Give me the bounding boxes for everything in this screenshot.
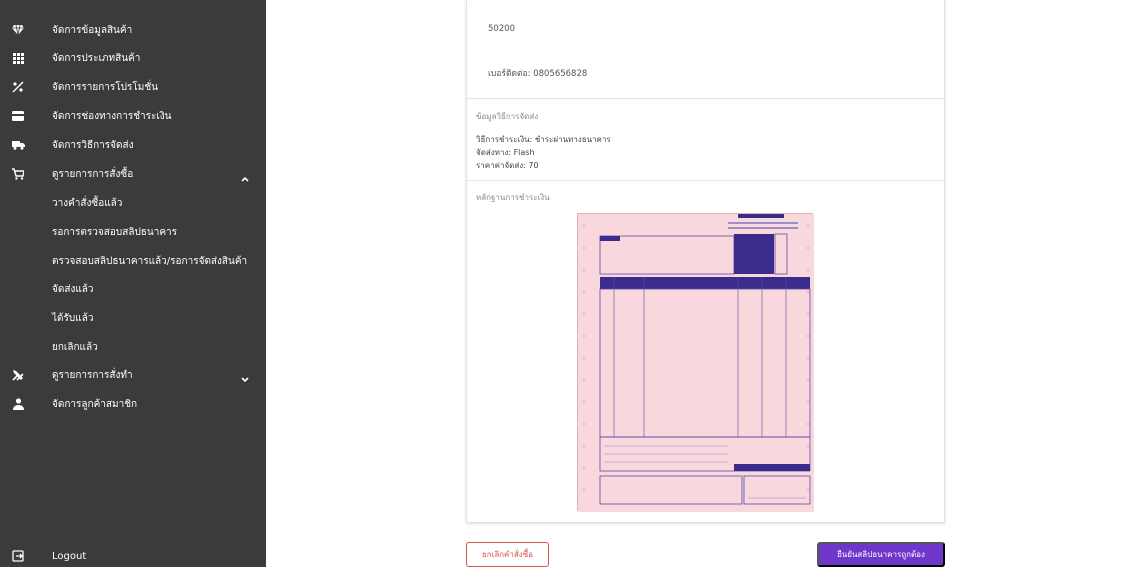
payment-slip-image[interactable] (577, 213, 832, 512)
sidebar-item-label: จัดการลูกค้าสมาชิก (52, 398, 138, 410)
sidebar-subitem-shipped[interactable]: จัดส่งแล้ว (52, 282, 94, 297)
sidebar-item-label: จัดการรายการโปรโมชั่น (52, 81, 158, 93)
sidebar-item-label: จัดการประเภทสินค้า (52, 52, 141, 64)
sidebar: จัดการข้อมูลสินค้า จัดการประเภทสินค้า จั… (0, 0, 266, 567)
sidebar-item-shipping-methods[interactable]: จัดการวิธีการจัดส่ง (0, 131, 266, 159)
confirm-slip-button[interactable]: ยืนยันสลิปธนาคารถูกต้อง (817, 542, 945, 567)
sidebar-subitem-slip-checked-awaiting-shipment[interactable]: ตรวจสอบสลิปธนาคารแล้ว/รอการจัดส่งสินค้า (52, 254, 247, 269)
sidebar-item-label: จัดการวิธีการจัดส่ง (52, 139, 134, 151)
diamond-icon (11, 23, 25, 37)
grid-icon (11, 51, 25, 65)
sidebar-item-categories[interactable]: จัดการประเภทสินค้า (0, 44, 266, 72)
sidebar-item-label: ดูรายการการสั่งทำ (52, 369, 133, 381)
logout-button[interactable]: Logout (0, 545, 266, 567)
logout-icon (11, 549, 25, 563)
person-icon (11, 397, 25, 411)
sidebar-item-label: จัดการช่องทางการชำระเงิน (52, 110, 172, 122)
app-root: จัดการข้อมูลสินค้า จัดการประเภทสินค้า จั… (0, 0, 1143, 567)
phone-number: เบอร์ติดต่อ: 0805656828 (488, 69, 588, 79)
section-divider (467, 98, 944, 99)
sidebar-item-promotions[interactable]: จัดการรายการโปรโมชั่น (0, 73, 266, 101)
sidebar-subitem-order-placed[interactable]: วางคำสั่งซื้อแล้ว (52, 196, 122, 211)
payment-method: วิธีการชำระเงิน: ชำระผ่านทางธนาคาร (476, 135, 611, 144)
section-divider (467, 180, 944, 181)
sidebar-subitem-awaiting-slip-check[interactable]: รอการตรวจสอบสลิปธนาคาร (52, 225, 177, 240)
chevron-up-icon (240, 169, 250, 182)
postal-code: 50200 (488, 24, 516, 34)
payment-proof-title: หลักฐานการชำระเงิน (476, 193, 550, 202)
sidebar-item-members[interactable]: จัดการลูกค้าสมาชิก (0, 390, 266, 418)
sidebar-item-label: จัดการข้อมูลสินค้า (52, 24, 133, 36)
chevron-down-icon (240, 370, 250, 383)
cart-icon (11, 167, 25, 181)
tools-icon (11, 368, 25, 382)
shipping-carrier: จัดส่งทาง: Flash (476, 148, 535, 157)
logout-label: Logout (52, 550, 87, 562)
credit-card-icon (11, 109, 25, 123)
sidebar-subitem-received[interactable]: ได้รับแล้ว (52, 311, 93, 326)
shipping-fee: ราคาค่าจัดส่ง: 70 (476, 161, 539, 170)
sidebar-item-payment-channels[interactable]: จัดการช่องทางการชำระเงิน (0, 102, 266, 130)
sidebar-item-label: ดูรายการการสั่งซื้อ (52, 168, 134, 180)
sidebar-item-orders[interactable]: ดูรายการการสั่งซื้อ (0, 160, 266, 188)
cancel-order-button[interactable]: ยกเลิกคำสั่งซื้อ (466, 542, 549, 567)
sidebar-item-custom-orders[interactable]: ดูรายการการสั่งทำ (0, 361, 266, 389)
discount-icon (11, 80, 25, 94)
shipping-section-title: ข้อมูลวิธีการจัดส่ง (476, 112, 539, 121)
order-detail-card: 50200 เบอร์ติดต่อ: 0805656828 ข้อมูลวิธี… (466, 0, 945, 523)
sidebar-item-products[interactable]: จัดการข้อมูลสินค้า (0, 16, 266, 44)
sidebar-subitem-cancelled[interactable]: ยกเลิกแล้ว (52, 340, 98, 355)
truck-icon (11, 138, 25, 152)
